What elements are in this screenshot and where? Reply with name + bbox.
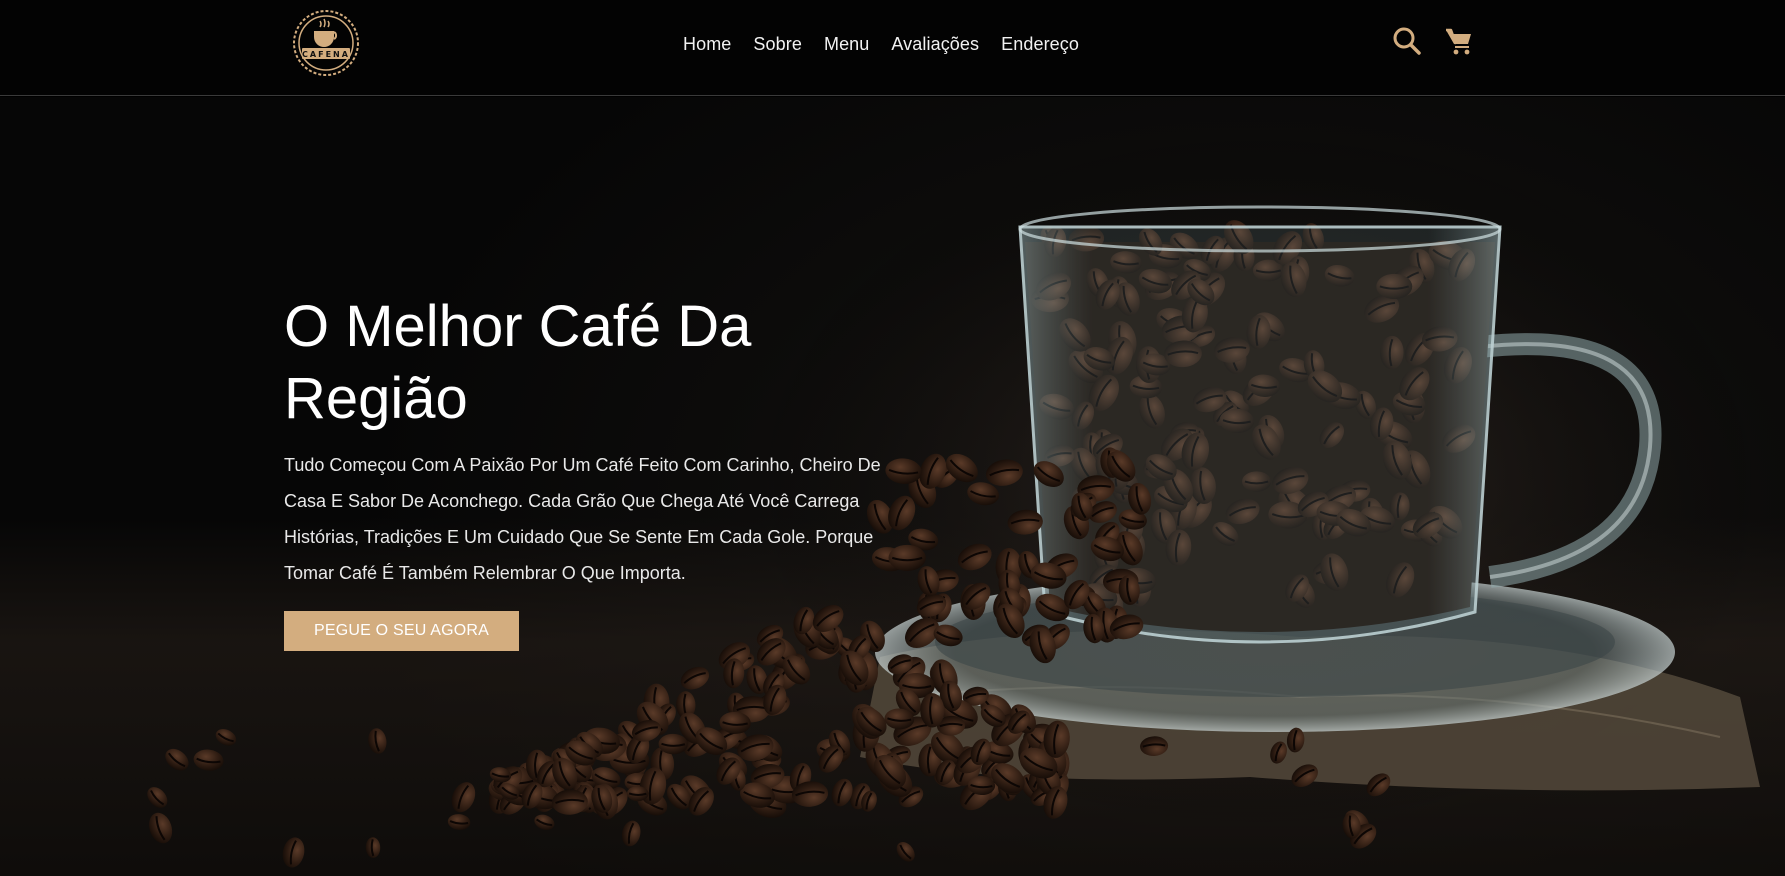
hero-description: Tudo Começou Com A Paixão Por Um Café Fe… [284, 455, 881, 583]
hero-title: O Melhor Café Da Região [284, 294, 752, 431]
cart-icon[interactable] [1444, 26, 1474, 56]
get-yours-button[interactable]: PEGUE O SEU AGORA [284, 611, 520, 651]
main-nav: Home Sobre Menu Avaliações Endereço [683, 34, 1101, 55]
logo-wordmark: CAFENA [302, 50, 350, 59]
nav-avaliacoes[interactable]: Avaliações [891, 34, 979, 55]
cafena-logo[interactable]: CAFENA [282, 5, 370, 78]
nav-menu[interactable]: Menu [824, 34, 869, 55]
hero-section: O Melhor Café Da Região Tudo Começou Com… [0, 97, 1785, 876]
nav-sobre[interactable]: Sobre [753, 34, 802, 55]
search-icon[interactable] [1392, 26, 1422, 56]
site-header: CAFENA Home Sobre Menu Avaliações Endere… [0, 0, 1785, 96]
coffee-cup-image [147, 117, 1780, 868]
nav-home[interactable]: Home [683, 34, 731, 55]
nav-endereco[interactable]: Endereço [1001, 34, 1079, 55]
header-actions [1392, 26, 1474, 56]
hero-content: O Melhor Café Da Região Tudo Começou Com… [284, 291, 884, 651]
